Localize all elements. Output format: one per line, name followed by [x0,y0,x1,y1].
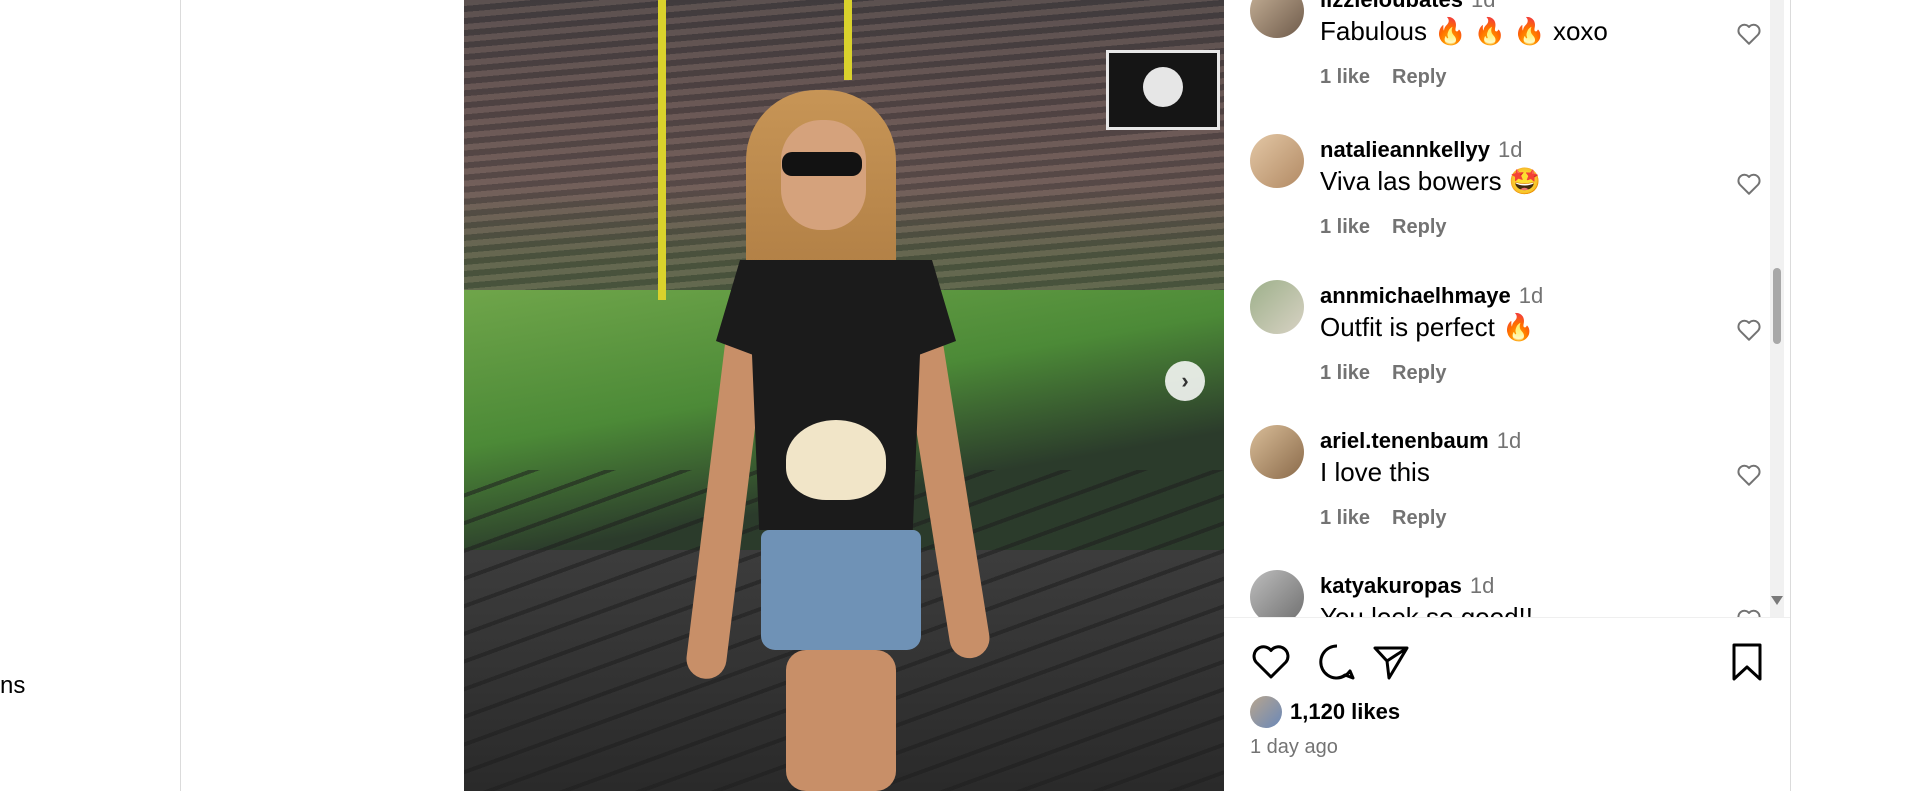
comment-text: Outfit is perfect 🔥 [1320,312,1535,342]
next-image-button[interactable]: › [1165,361,1205,401]
comment-item: annmichaelhmaye 1d Outfit is perfect 🔥 1 … [1250,280,1762,420]
avatar[interactable] [1250,570,1304,617]
woman-figure [684,90,993,791]
reply-button[interactable]: Reply [1392,362,1446,384]
stadium-screen [1106,50,1220,130]
comment-item: ariel.tenenbaum 1d I love this 1 like Repl… [1250,425,1762,565]
heart-icon[interactable] [1736,318,1762,342]
reply-button[interactable]: Reply [1392,216,1446,238]
comment-username[interactable]: ariel.tenenbaum [1320,428,1489,453]
heart-icon[interactable] [1736,463,1762,487]
comment-item: natalieannkellyy 1d Viva las bowers 🤩 1 l… [1250,134,1762,274]
comment-time[interactable]: 1d [1471,0,1495,12]
comment-text: Fabulous 🔥 🔥 🔥 xoxo [1320,16,1608,46]
comment-likes[interactable]: 1 like [1320,66,1370,88]
sunglasses [782,152,862,176]
goal-post-right [844,0,852,80]
comment-username[interactable]: lizzieloubates [1320,0,1463,12]
reply-button[interactable]: Reply [1392,507,1446,529]
comment-time[interactable]: 1d [1498,137,1522,162]
legs [786,650,896,791]
heart-icon[interactable] [1250,641,1292,683]
comment-text: I love this [1320,457,1430,487]
comment-time[interactable]: 1d [1497,428,1521,453]
comment-likes[interactable]: 1 like [1320,216,1370,238]
avatar[interactable] [1250,280,1304,334]
chevron-right-icon: › [1181,368,1189,393]
comment-text: Viva las bowers 🤩 [1320,166,1542,196]
denim-skirt [761,530,921,650]
comment-username[interactable]: annmichaelhmaye [1320,283,1511,308]
left-sidebar [0,0,181,791]
likes-count[interactable]: 1,120 likes [1290,699,1400,725]
comment-text: You look so good!! [1320,602,1533,617]
comment-likes[interactable]: 1 like [1320,362,1370,384]
avatar[interactable] [1250,425,1304,479]
comment-username[interactable]: katyakuropas [1320,573,1462,598]
comments-list[interactable]: lizzieloubates 1d Fabulous 🔥 🔥 🔥 xoxo 1 l… [1224,0,1784,617]
comment-time[interactable]: 1d [1519,283,1543,308]
sidebar-item-partial[interactable]: ns [0,672,25,700]
comment-likes[interactable]: 1 like [1320,507,1370,529]
comment-item: lizzieloubates 1d Fabulous 🔥 🔥 🔥 xoxo 1 l… [1250,0,1762,124]
comment-time[interactable]: 1d [1470,573,1494,598]
comment-item: katyakuropas 1d You look so good!! [1250,570,1762,617]
avatar[interactable] [1250,134,1304,188]
bookmark-icon[interactable] [1726,641,1768,683]
post-image [464,0,1224,791]
divider [1224,617,1790,618]
post-timestamp[interactable]: 1 day ago [1250,736,1338,759]
comments-panel: lizzieloubates 1d Fabulous 🔥 🔥 🔥 xoxo 1 l… [1224,0,1791,791]
post-actions [1250,641,1770,685]
scrollbar-thumb[interactable] [1773,268,1781,344]
comment-username[interactable]: natalieannkellyy [1320,137,1490,162]
reply-button[interactable]: Reply [1392,66,1446,88]
scroll-down-arrow-icon[interactable] [1771,596,1783,605]
avatar[interactable] [1250,0,1304,38]
send-icon[interactable] [1370,641,1412,683]
liker-avatar[interactable] [1250,696,1282,728]
heart-icon[interactable] [1736,22,1762,46]
comment-icon[interactable] [1316,641,1358,683]
heart-icon[interactable] [1736,172,1762,196]
likes-row: 1,120 likes [1250,695,1400,729]
heart-icon[interactable] [1736,608,1762,617]
shirt-graphic [786,420,886,500]
goal-post-left [658,0,666,300]
comments-scrollbar[interactable] [1770,0,1784,617]
